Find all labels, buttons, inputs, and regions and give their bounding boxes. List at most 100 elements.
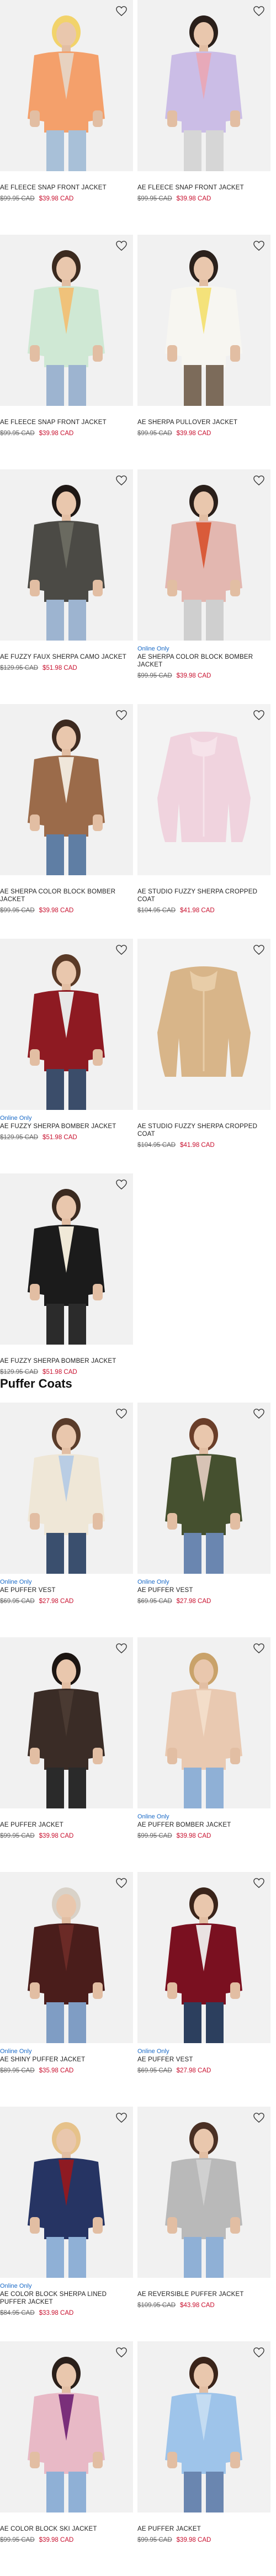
product-card[interactable]: AE FUZZY FAUX SHERPA CAMO JACKET $129.95 … — [0, 469, 133, 704]
product-image[interactable] — [137, 1403, 270, 1574]
product-image[interactable] — [137, 704, 270, 875]
product-name-link[interactable]: AE FLEECE SNAP FRONT JACKET — [0, 184, 133, 192]
favorite-heart-icon[interactable] — [253, 944, 265, 955]
product-image[interactable] — [0, 2341, 133, 2512]
original-price: $109.95 CAD — [137, 2302, 176, 2309]
product-listing-page: AE FLEECE SNAP FRONT JACKET $99.95 CAD $39… — [0, 0, 276, 2543]
product-card[interactable]: Online Only AE FUZZY SHERPA BOMBER JACKET… — [0, 939, 133, 1173]
favorite-heart-icon[interactable] — [253, 6, 265, 17]
product-name-link[interactable]: AE PUFFER JACKET — [137, 2525, 270, 2533]
product-name-link[interactable]: AE SHINY PUFFER JACKET — [0, 2056, 133, 2064]
sale-price: $41.98 CAD — [180, 1142, 215, 1149]
product-card[interactable]: AE STUDIO FUZZY SHERPA CROPPED COAT $104.… — [137, 939, 270, 1173]
favorite-heart-icon[interactable] — [115, 475, 128, 486]
favorite-heart-icon[interactable] — [253, 1408, 265, 1419]
product-name-link[interactable]: AE FLEECE SNAP FRONT JACKET — [137, 184, 270, 192]
product-card[interactable]: AE REVERSIBLE PUFFER JACKET $109.95 CAD $4… — [137, 2107, 270, 2341]
product-name-link[interactable]: AE FUZZY FAUX SHERPA CAMO JACKET — [0, 653, 133, 661]
product-card[interactable]: Online Only AE COLOR BLOCK SHERPA LINED P… — [0, 2107, 133, 2341]
product-image[interactable] — [0, 2107, 133, 2278]
product-image[interactable] — [137, 1872, 270, 2043]
product-image[interactable] — [137, 2341, 270, 2512]
product-card[interactable]: AE FUZZY SHERPA BOMBER JACKET $129.95 CAD… — [0, 1173, 133, 1408]
favorite-heart-icon[interactable] — [115, 240, 128, 251]
product-card[interactable]: AE FLEECE SNAP FRONT JACKET $99.95 CAD $39… — [0, 235, 133, 469]
product-name-link[interactable]: AE FUZZY SHERPA BOMBER JACKET — [0, 1123, 133, 1130]
sale-price: $27.98 CAD — [176, 1598, 211, 1605]
product-name-link[interactable]: AE STUDIO FUZZY SHERPA CROPPED COAT — [137, 888, 270, 903]
product-image[interactable] — [137, 235, 270, 406]
product-name-link[interactable]: AE COLOR BLOCK SKI JACKET — [0, 2525, 133, 2533]
favorite-heart-icon[interactable] — [115, 944, 128, 955]
product-image[interactable] — [0, 1403, 133, 1574]
online-only-badge: Online Only — [0, 2283, 32, 2289]
favorite-heart-icon[interactable] — [253, 240, 265, 251]
price-row: $89.95 CAD $35.98 CAD — [0, 2067, 133, 2075]
online-only-badge — [0, 1813, 133, 1821]
product-name-link[interactable]: AE PUFFER JACKET — [0, 1821, 133, 1829]
product-meta: AE REVERSIBLE PUFFER JACKET $109.95 CAD $4… — [137, 2278, 270, 2309]
product-card[interactable]: AE FLEECE SNAP FRONT JACKET $99.95 CAD $39… — [0, 0, 133, 235]
favorite-heart-icon[interactable] — [253, 475, 265, 486]
product-image[interactable] — [137, 2107, 270, 2278]
product-name-link[interactable]: AE PUFFER VEST — [0, 1586, 133, 1594]
product-image[interactable] — [0, 0, 133, 171]
favorite-heart-icon[interactable] — [115, 1408, 128, 1419]
favorite-heart-icon[interactable] — [115, 2112, 128, 2123]
product-card[interactable]: Online Only AE SHINY PUFFER JACKET $89.95 … — [0, 1872, 133, 2107]
product-card[interactable]: AE PUFFER JACKET $99.95 CAD $39.98 CAD — [137, 2341, 270, 2576]
product-name-link[interactable]: AE SHERPA PULLOVER JACKET — [137, 419, 270, 426]
product-image[interactable] — [0, 704, 133, 875]
product-card[interactable]: AE SHERPA COLOR BLOCK BOMBER JACKET $99.9… — [0, 704, 133, 939]
product-name-link[interactable]: AE FLEECE SNAP FRONT JACKET — [0, 419, 133, 426]
product-name-link[interactable]: AE REVERSIBLE PUFFER JACKET — [137, 2291, 270, 2298]
product-name-link[interactable]: AE FUZZY SHERPA BOMBER JACKET — [0, 1357, 133, 1365]
product-card[interactable]: Online Only AE PUFFER VEST $69.95 CAD $27.9… — [0, 1403, 133, 1637]
product-name-link[interactable]: AE PUFFER VEST — [137, 2056, 270, 2064]
product-card[interactable]: AE STUDIO FUZZY SHERPA CROPPED COAT $104.… — [137, 704, 270, 939]
product-name-link[interactable]: AE PUFFER VEST — [137, 1586, 270, 1594]
product-image[interactable] — [0, 235, 133, 406]
price-row: $69.95 CAD $27.98 CAD — [137, 2067, 270, 2075]
product-card[interactable]: AE SHERPA PULLOVER JACKET $99.95 CAD $39.9… — [137, 235, 270, 469]
sale-price: $39.98 CAD — [39, 2537, 74, 2543]
original-price: $99.95 CAD — [137, 673, 172, 679]
favorite-heart-icon[interactable] — [115, 2347, 128, 2358]
product-image[interactable] — [137, 469, 270, 641]
product-image[interactable] — [137, 939, 270, 1110]
product-card[interactable]: Online Only AE PUFFER BOMBER JACKET $99.95… — [137, 1637, 270, 1872]
product-image[interactable] — [137, 1637, 270, 1808]
product-image[interactable] — [0, 939, 133, 1110]
product-card[interactable]: Online Only AE SHERPA COLOR BLOCK BOMBER … — [137, 469, 270, 704]
favorite-heart-icon[interactable] — [253, 710, 265, 721]
favorite-heart-icon[interactable] — [115, 1877, 128, 1889]
favorite-heart-icon[interactable] — [253, 2112, 265, 2123]
original-price: $99.95 CAD — [137, 1833, 172, 1839]
product-meta: AE FLEECE SNAP FRONT JACKET $99.95 CAD $39… — [137, 171, 270, 203]
product-image[interactable] — [137, 0, 270, 171]
product-name-link[interactable]: AE STUDIO FUZZY SHERPA CROPPED COAT — [137, 1123, 270, 1138]
favorite-heart-icon[interactable] — [253, 1877, 265, 1889]
product-card[interactable]: Online Only AE PUFFER VEST $69.95 CAD $27.9… — [137, 1872, 270, 2107]
favorite-heart-icon[interactable] — [115, 6, 128, 17]
favorite-heart-icon[interactable] — [115, 1643, 128, 1654]
favorite-heart-icon[interactable] — [115, 1179, 128, 1190]
favorite-heart-icon[interactable] — [253, 2347, 265, 2358]
product-card[interactable]: AE COLOR BLOCK SKI JACKET $99.95 CAD $39.9… — [0, 2341, 133, 2576]
product-image[interactable] — [0, 1173, 133, 1345]
product-image[interactable] — [0, 1637, 133, 1808]
product-image[interactable] — [0, 1872, 133, 2043]
product-name-link[interactable]: AE COLOR BLOCK SHERPA LINED PUFFER JACKE… — [0, 2291, 133, 2306]
product-image[interactable] — [0, 469, 133, 641]
favorite-heart-icon[interactable] — [115, 710, 128, 721]
product-name-link[interactable]: AE SHERPA COLOR BLOCK BOMBER JACKET — [137, 653, 270, 669]
favorite-heart-icon[interactable] — [253, 1643, 265, 1654]
product-meta: AE SHERPA PULLOVER JACKET $99.95 CAD $39.9… — [137, 406, 270, 437]
product-meta: AE FUZZY SHERPA BOMBER JACKET $129.95 CAD… — [0, 1345, 133, 1376]
product-card[interactable]: AE FLEECE SNAP FRONT JACKET $99.95 CAD $39… — [137, 0, 270, 235]
product-name-link[interactable]: AE SHERPA COLOR BLOCK BOMBER JACKET — [0, 888, 133, 903]
product-meta: Online Only AE SHINY PUFFER JACKET $89.95 … — [0, 2043, 133, 2075]
product-card[interactable]: AE PUFFER JACKET $99.95 CAD $39.98 CAD — [0, 1637, 133, 1872]
product-card[interactable]: Online Only AE PUFFER VEST $69.95 CAD $27.9… — [137, 1403, 270, 1637]
product-name-link[interactable]: AE PUFFER BOMBER JACKET — [137, 1821, 270, 1829]
